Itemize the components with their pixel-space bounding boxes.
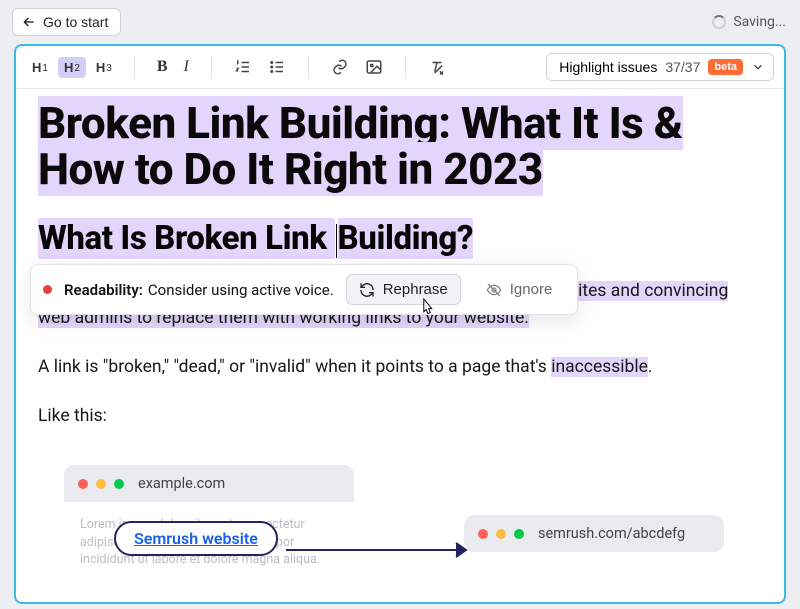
image-button[interactable] [359, 54, 389, 80]
traffic-red-icon [78, 479, 88, 489]
ordered-list-button[interactable] [228, 54, 258, 80]
browser-card-semrush: semrush.com/abcdefg [464, 515, 724, 552]
link-chip: Semrush website [114, 521, 278, 556]
traffic-red-icon [478, 529, 488, 539]
text-caret [336, 224, 337, 258]
ignore-button[interactable]: Ignore [473, 274, 566, 305]
link-button[interactable] [325, 54, 355, 80]
go-to-start-label: Go to start [43, 14, 108, 30]
h3-button[interactable]: H3 [90, 57, 118, 78]
semrush-link[interactable]: Semrush website [134, 529, 258, 548]
editor-content[interactable]: Broken Link Building: What It Is & How t… [16, 89, 784, 603]
clear-formatting-button[interactable] [422, 54, 452, 80]
bold-button[interactable]: B [151, 55, 174, 79]
paragraph-definition[interactable]: A link is "broken," "dead," or "invalid"… [38, 354, 762, 381]
readability-message: Readability:Consider using active voice. [64, 281, 334, 299]
list-group [228, 54, 292, 80]
illustration: example.com Lorem ipsum dolor sit amet, … [16, 465, 764, 603]
editor-toolbar: H1 H2 H3 B I [16, 46, 784, 89]
italic-button[interactable]: I [178, 55, 195, 79]
example-url: example.com [138, 475, 225, 492]
saving-indicator: Saving... [712, 14, 786, 30]
clear-format-icon [428, 58, 446, 76]
insert-group [325, 54, 389, 80]
highlight-issues-count: 37/37 [665, 59, 700, 75]
traffic-green-icon [514, 529, 524, 539]
issue-dot-icon [43, 285, 52, 294]
doc-title[interactable]: Broken Link Building: What It Is & How t… [38, 101, 762, 193]
paragraph-like-this[interactable]: Like this: [38, 403, 762, 430]
spinner-icon [712, 15, 726, 29]
semrush-url: semrush.com/abcdefg [538, 525, 685, 542]
highlight-issues-button[interactable]: Highlight issues 37/37 beta [546, 53, 774, 81]
toolbar-divider [211, 56, 212, 78]
pointer-cursor-icon [419, 297, 435, 317]
eye-off-icon [486, 282, 502, 298]
traffic-green-icon [114, 479, 124, 489]
image-icon [365, 58, 383, 76]
unordered-list-button[interactable] [262, 54, 292, 80]
arrow-right-icon [286, 541, 476, 559]
refresh-icon [359, 282, 375, 298]
heading-group: H1 H2 H3 [26, 57, 118, 78]
beta-badge: beta [708, 59, 743, 75]
inline-style-group: B I [151, 55, 195, 79]
ordered-list-icon [234, 58, 252, 76]
unordered-list-icon [268, 58, 286, 76]
traffic-yellow-icon [96, 479, 106, 489]
rephrase-button[interactable]: Rephrase [346, 274, 461, 305]
toolbar-divider [134, 56, 135, 78]
highlight-issues-label: Highlight issues [559, 59, 657, 75]
traffic-yellow-icon [496, 529, 506, 539]
link-icon [331, 58, 349, 76]
toolbar-divider [405, 56, 406, 78]
h2-button[interactable]: H2 [58, 57, 86, 78]
chevron-down-icon [751, 60, 765, 74]
readability-popup: Readability:Consider using active voice.… [30, 264, 578, 315]
saving-label: Saving... [733, 14, 786, 30]
toolbar-divider [308, 56, 309, 78]
editor-frame: H1 H2 H3 B I [14, 44, 786, 604]
arrow-left-icon [21, 14, 37, 30]
doc-h2[interactable]: What Is Broken Link Building? [38, 219, 762, 258]
go-to-start-button[interactable]: Go to start [12, 8, 121, 36]
h1-button[interactable]: H1 [26, 57, 54, 78]
